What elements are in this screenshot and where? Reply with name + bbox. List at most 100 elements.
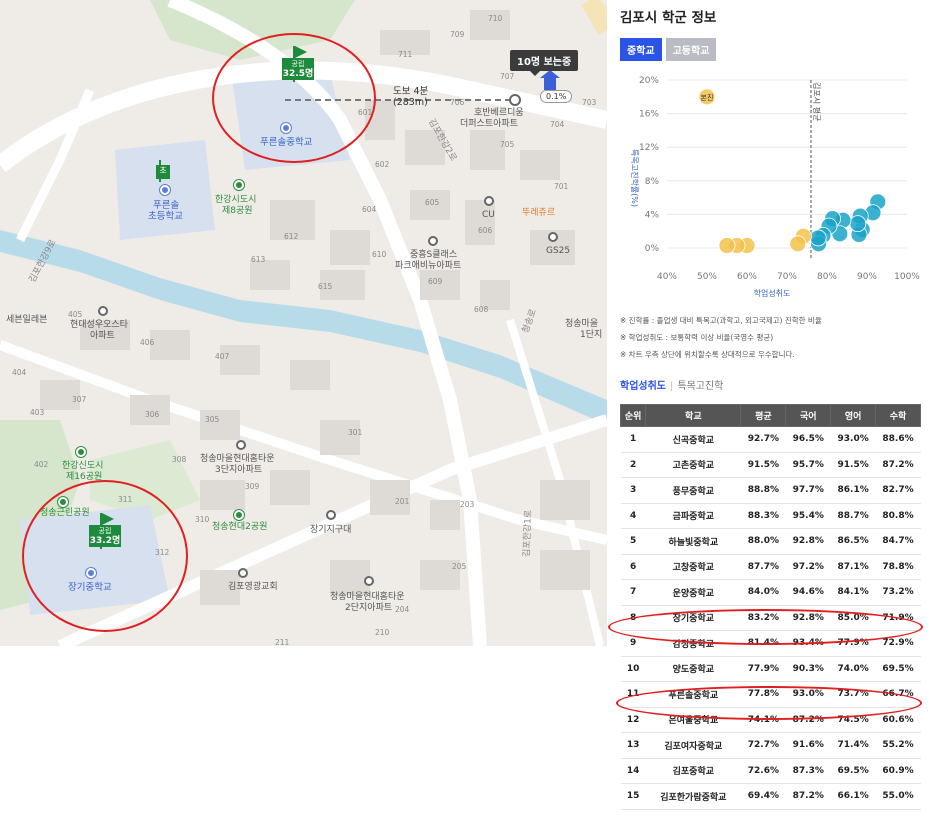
x-tick-label: 60% bbox=[737, 272, 757, 282]
table-cell: 60.9% bbox=[875, 758, 921, 784]
scatter-chart: 0% 4% 8% 12% 16% 20% 40% 50% 60% 70% 80% 90% 100% 김포… bbox=[630, 76, 920, 298]
table-cell: 10 bbox=[620, 656, 646, 682]
table-cell: 97.7% bbox=[785, 477, 831, 504]
scatter-point[interactable] bbox=[789, 235, 807, 253]
table-cell: 74.0% bbox=[830, 656, 876, 682]
table-cell: 3 bbox=[620, 477, 646, 504]
apartment-label[interactable]: 호반베르디움 bbox=[474, 108, 524, 119]
road-label: 김포한강1로 bbox=[522, 509, 534, 558]
apartment-label[interactable]: 파크애비뉴아파트 bbox=[395, 261, 461, 272]
park-pin[interactable] bbox=[234, 510, 244, 520]
park-label[interactable]: 한강시도시 bbox=[215, 195, 256, 206]
block-number: 308 bbox=[172, 455, 187, 464]
table-row[interactable]: 5 하늘빛중학교 88.0% 92.8% 86.5% 84.7% bbox=[620, 528, 921, 555]
apartment-label[interactable]: 현대성우오스타 bbox=[70, 320, 128, 331]
table-cell: 87.2% bbox=[785, 783, 831, 810]
table-row[interactable]: 2 고촌중학교 91.5% 95.7% 91.5% 87.2% bbox=[620, 452, 921, 478]
scatter-point[interactable] bbox=[718, 237, 736, 254]
church-icon[interactable] bbox=[238, 568, 248, 578]
store-label[interactable]: GS25 bbox=[546, 246, 570, 257]
block-number: 707 bbox=[500, 72, 515, 81]
x-axis-label: 학업성취도 bbox=[754, 288, 791, 298]
table-header: 국어 bbox=[785, 404, 832, 427]
apartment-icon[interactable] bbox=[364, 576, 374, 586]
table-row[interactable]: 13 김포여자중학교 72.7% 91.6% 71.4% 55.2% bbox=[620, 732, 921, 759]
park-label[interactable]: 제8공원 bbox=[222, 206, 253, 217]
table-row[interactable]: 7 운양중학교 84.0% 94.6% 84.1% 73.2% bbox=[620, 579, 921, 606]
table-cell: 84.0% bbox=[740, 579, 786, 606]
table-cell: 5 bbox=[620, 528, 646, 555]
block-number: 705 bbox=[500, 140, 515, 149]
apartment-label[interactable]: 청송마을현대홈타운 bbox=[200, 454, 275, 465]
school-pin[interactable] bbox=[160, 185, 170, 195]
table-row[interactable]: 6 고창중학교 87.7% 97.2% 87.1% 78.8% bbox=[620, 554, 921, 580]
walk-meters: (283m) bbox=[393, 97, 428, 108]
table-cell: 7 bbox=[620, 579, 646, 606]
apartment-icon[interactable] bbox=[236, 440, 246, 450]
apartment-label[interactable]: 더퍼스트아파트 bbox=[460, 119, 518, 130]
park-label[interactable]: 한강신도시 bbox=[62, 461, 103, 472]
apartment-label[interactable]: 2단지아파트 bbox=[345, 603, 392, 614]
table-row[interactable]: 14 김포중학교 72.6% 87.3% 69.5% 60.9% bbox=[620, 758, 921, 784]
subtab-achievement[interactable]: 학업성취도 bbox=[620, 381, 666, 392]
table-cell: 91.5% bbox=[830, 452, 876, 478]
table-cell: 78.8% bbox=[875, 554, 921, 580]
police-label[interactable]: 장기지구대 bbox=[310, 525, 351, 536]
store-label[interactable]: 세븐일레븐 bbox=[6, 315, 47, 326]
table-cell: 91.5% bbox=[740, 452, 786, 478]
school-name-cell: 신곡중학교 bbox=[645, 426, 741, 453]
store-icon[interactable] bbox=[548, 232, 558, 242]
map-view[interactable]: 710 709 711 707 701 703 705 706 704 601 … bbox=[0, 0, 607, 646]
tab-middle-school[interactable]: 중학교 bbox=[620, 38, 662, 61]
apartment-label[interactable]: 청송마을 bbox=[565, 319, 598, 330]
tab-high-school[interactable]: 고등학교 bbox=[665, 38, 717, 61]
police-icon[interactable] bbox=[326, 510, 336, 520]
block-number: 203 bbox=[460, 500, 475, 509]
block-number: 706 bbox=[450, 98, 465, 107]
table-row[interactable]: 10 양도중학교 77.9% 90.3% 74.0% 69.5% bbox=[620, 656, 921, 682]
park-pin[interactable] bbox=[234, 180, 244, 190]
school-label[interactable]: 푸른솔 bbox=[153, 200, 179, 211]
scatter-point[interactable] bbox=[849, 215, 867, 233]
apartment-label[interactable]: 1단지 bbox=[580, 330, 602, 341]
scatter-point[interactable] bbox=[809, 229, 827, 247]
table-cell: 94.6% bbox=[785, 579, 831, 606]
apartment-icon[interactable] bbox=[428, 236, 438, 246]
table-row[interactable]: 3 풍무중학교 88.8% 97.7% 86.1% 82.7% bbox=[620, 477, 921, 504]
table-row[interactable]: 4 금파중학교 88.3% 95.4% 88.7% 80.8% bbox=[620, 503, 921, 529]
table-row[interactable]: 15 김포한가람중학교 69.4% 87.2% 66.1% 55.0% bbox=[620, 783, 921, 810]
bakery-label[interactable]: 뚜레쥬르 bbox=[522, 208, 555, 219]
apartment-label[interactable]: 청송마을현대홈타운 bbox=[330, 592, 405, 603]
store-label[interactable]: CU bbox=[482, 210, 495, 221]
block-number: 608 bbox=[474, 305, 489, 314]
apartment-label[interactable]: 아파트 bbox=[90, 331, 115, 342]
block-number: 604 bbox=[362, 205, 377, 214]
table-cell: 95.4% bbox=[785, 503, 831, 529]
table-cell: 91.6% bbox=[785, 732, 831, 759]
table-cell: 72.6% bbox=[740, 758, 786, 784]
table-cell: 77.9% bbox=[740, 656, 786, 682]
table-cell: 55.2% bbox=[875, 732, 921, 759]
park-pin[interactable] bbox=[76, 447, 86, 457]
store-icon[interactable] bbox=[484, 196, 494, 206]
apartment-label[interactable]: 중흥S클래스 bbox=[410, 250, 457, 261]
table-cell: 84.1% bbox=[830, 579, 876, 606]
apartment-label[interactable]: 3단지아파트 bbox=[215, 465, 262, 476]
highlight-circle bbox=[608, 609, 923, 645]
table-cell: 96.5% bbox=[785, 426, 831, 453]
school-label[interactable]: 초등학교 bbox=[148, 211, 183, 222]
table-cell: 55.0% bbox=[875, 783, 921, 810]
x-tick-label: 90% bbox=[857, 272, 877, 282]
ranking-subtabs: 학업성취도 | 특목고진학 bbox=[620, 381, 724, 392]
table-cell: 88.3% bbox=[740, 503, 786, 529]
table-cell: 88.7% bbox=[830, 503, 876, 529]
park-label[interactable]: 청송현대2공원 bbox=[212, 522, 267, 533]
apartment-icon[interactable] bbox=[98, 306, 108, 316]
subtab-special-high[interactable]: 특목고진학 bbox=[677, 381, 723, 392]
school-name-cell: 하늘빛중학교 bbox=[645, 528, 741, 555]
table-row[interactable]: 1 신곡중학교 92.7% 96.5% 93.0% 88.6% bbox=[620, 426, 921, 453]
table-cell: 66.1% bbox=[830, 783, 876, 810]
table-cell: 69.5% bbox=[875, 656, 921, 682]
table-cell: 71.4% bbox=[830, 732, 876, 759]
church-label[interactable]: 김포영광교회 bbox=[228, 582, 278, 593]
